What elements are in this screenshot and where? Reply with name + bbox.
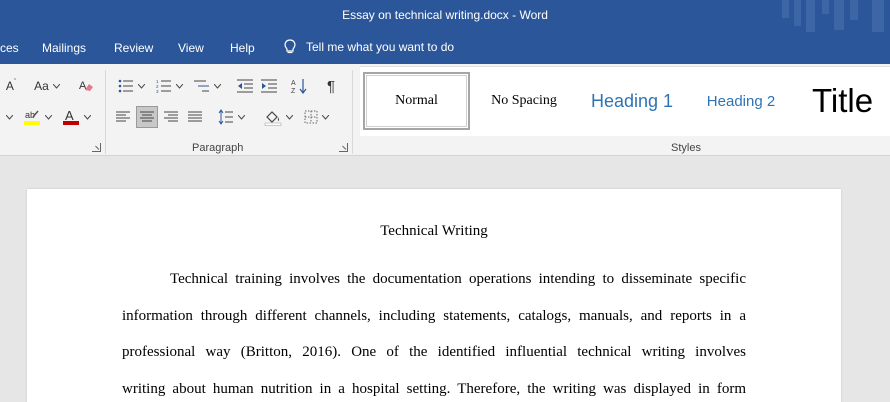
- document-canvas[interactable]: Technical Writing Technical training inv…: [0, 157, 890, 402]
- tab-view[interactable]: View: [178, 41, 204, 55]
- document-page[interactable]: Technical Writing Technical training inv…: [27, 189, 841, 402]
- increase-indent-button[interactable]: [258, 75, 280, 97]
- align-left-icon: [116, 111, 130, 122]
- shading-button[interactable]: [260, 106, 296, 128]
- line-spacing-icon: [218, 109, 233, 125]
- align-right-button[interactable]: [160, 106, 182, 128]
- paragraph-line: information through different channels, …: [122, 307, 746, 324]
- tab-help[interactable]: Help: [230, 41, 255, 55]
- paragraph-dialog-launcher[interactable]: [339, 143, 348, 152]
- lightbulb-icon: [284, 39, 296, 54]
- svg-text:A: A: [291, 80, 296, 87]
- change-case-label: Aa: [34, 79, 49, 93]
- font-color-button[interactable]: A: [58, 106, 94, 128]
- paint-bucket-icon: [264, 111, 281, 126]
- style-heading-2[interactable]: Heading 2: [696, 72, 786, 130]
- shrink-font-label: A: [5, 79, 14, 93]
- paragraph-group-label: Paragraph: [192, 142, 244, 154]
- sort-icon: A Z: [291, 79, 307, 95]
- style-normal[interactable]: Normal: [363, 72, 470, 130]
- increase-indent-icon: [261, 79, 277, 93]
- title-bar-pattern: [782, 0, 884, 32]
- svg-text:Z: Z: [291, 88, 296, 95]
- sort-button[interactable]: A Z: [288, 75, 310, 97]
- highlighter-icon: ab: [23, 110, 40, 125]
- svg-text:A: A: [79, 80, 87, 92]
- justify-icon: [188, 111, 202, 122]
- styles-group-label: Styles: [671, 142, 701, 154]
- bullet-list-icon: [118, 79, 133, 93]
- decrease-indent-icon: [237, 79, 253, 93]
- font-overflow-caret[interactable]: [0, 106, 14, 128]
- svg-text:3: 3: [156, 89, 159, 93]
- bullets-button[interactable]: [114, 75, 148, 97]
- chevron-down-icon: [5, 114, 13, 120]
- tab-mailings[interactable]: Mailings: [42, 41, 86, 55]
- chevron-down-icon: [44, 114, 52, 120]
- style-heading-2-label: Heading 2: [706, 92, 776, 110]
- numbered-list-icon: 1 2 3: [156, 79, 171, 93]
- chevron-down-icon: [213, 83, 221, 89]
- style-heading-1[interactable]: Heading 1: [582, 72, 682, 130]
- tab-references[interactable]: ces: [0, 41, 19, 55]
- pilcrow-icon: ¶: [326, 77, 336, 95]
- chevron-down-icon: [285, 114, 293, 120]
- svg-text:ab: ab: [25, 110, 35, 120]
- multilevel-list-icon: [193, 80, 209, 92]
- chevron-down-icon: [175, 83, 183, 89]
- body-paragraph[interactable]: Technical training involves the document…: [122, 269, 746, 402]
- window-title: Essay on technical writing.docx - Word: [342, 8, 548, 22]
- tab-review[interactable]: Review: [114, 41, 153, 55]
- chevron-down-icon: [237, 114, 245, 120]
- multilevel-list-button[interactable]: [190, 75, 224, 97]
- style-title[interactable]: Title: [812, 72, 890, 130]
- align-left-button[interactable]: [112, 106, 134, 128]
- show-formatting-marks-button[interactable]: ¶: [320, 75, 342, 97]
- chevron-down-icon: [137, 83, 145, 89]
- tell-me-search[interactable]: Tell me what you want to do: [284, 39, 454, 55]
- chevron-down-icon: [52, 83, 60, 89]
- ribbon-tab-bar: ces Mailings Review View Help Tell me wh…: [0, 32, 890, 64]
- shrink-font-button[interactable]: Aˇ: [2, 75, 20, 97]
- style-heading-1-label: Heading 1: [590, 90, 674, 111]
- paragraph-line: professional way (Britton, 2016). One of…: [122, 344, 746, 360]
- numbering-button[interactable]: 1 2 3: [152, 75, 186, 97]
- chevron-down-icon: [321, 114, 329, 120]
- tell-me-label: Tell me what you want to do: [306, 40, 455, 54]
- font-color-icon: A: [62, 108, 79, 125]
- borders-button[interactable]: [298, 106, 334, 128]
- chevron-down-icon: [83, 114, 91, 120]
- styles-gallery: Normal No Spacing Heading 1 Heading 2 Ti…: [360, 66, 890, 136]
- line-spacing-button[interactable]: [214, 106, 248, 128]
- style-no-spacing[interactable]: No Spacing: [478, 72, 570, 130]
- change-case-button[interactable]: Aa: [30, 75, 64, 97]
- font-dialog-launcher[interactable]: [92, 143, 101, 152]
- borders-icon: [304, 110, 317, 124]
- paragraph-line: Technical training involves the document…: [170, 271, 746, 287]
- decrease-indent-button[interactable]: [234, 75, 256, 97]
- style-normal-label: Normal: [395, 93, 438, 108]
- text-highlight-button[interactable]: ab: [20, 106, 54, 128]
- align-center-icon: [140, 111, 154, 122]
- justify-button[interactable]: [184, 106, 206, 128]
- align-right-icon: [164, 111, 178, 122]
- style-title-label: Title: [812, 82, 874, 119]
- style-no-spacing-label: No Spacing: [491, 93, 557, 108]
- group-separator: [105, 70, 106, 154]
- clear-formatting-button[interactable]: A: [76, 75, 96, 97]
- align-center-button[interactable]: [136, 106, 158, 128]
- document-title[interactable]: Technical Writing: [27, 223, 841, 240]
- svg-text:A: A: [65, 108, 74, 123]
- group-separator: [352, 70, 353, 154]
- eraser-icon: A: [79, 80, 93, 92]
- title-bar: Essay on technical writing.docx - Word: [0, 0, 890, 32]
- paragraph-line: writing about human nutrition in a hospi…: [122, 380, 746, 397]
